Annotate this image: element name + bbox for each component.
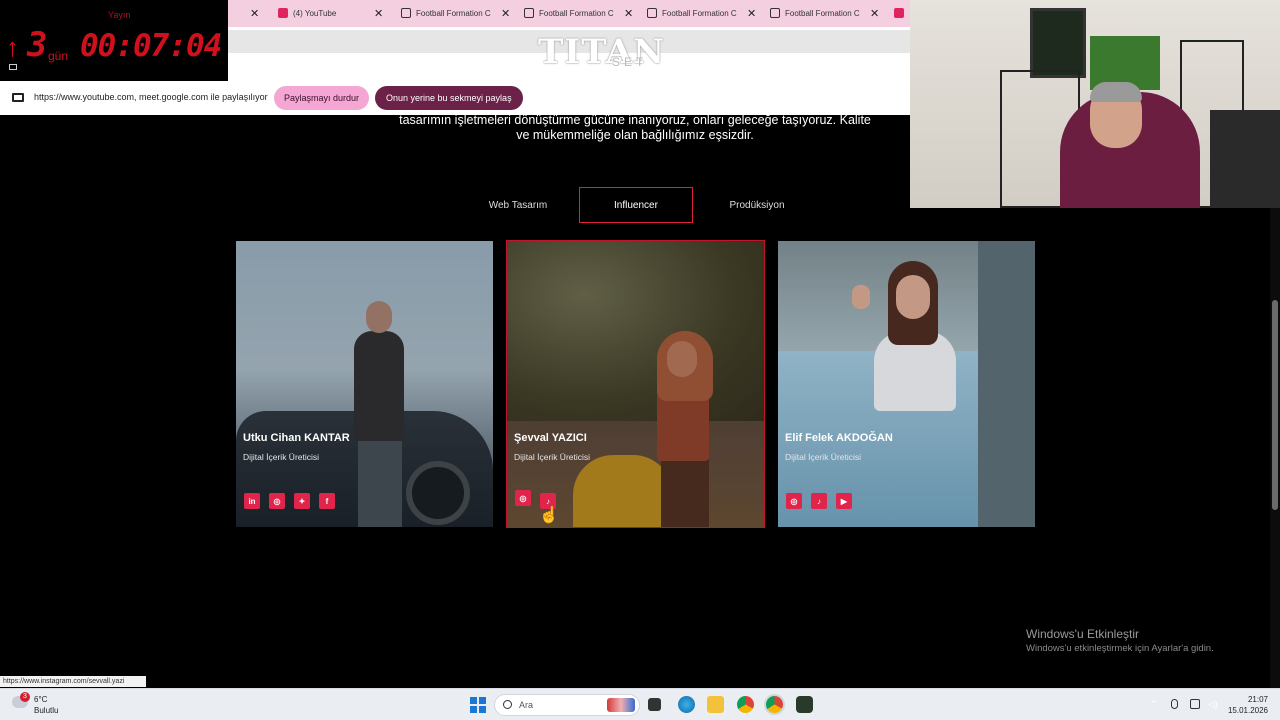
clock-date: 15.01.2026 xyxy=(1227,706,1268,715)
chevron-up-icon[interactable]: ⌃ xyxy=(1150,699,1160,709)
card-name: Elif Felek AKDOĞAN xyxy=(785,432,893,444)
browser-tab-football-4[interactable]: Football Formation C ✕ xyxy=(770,3,879,23)
timer-label: Yayın xyxy=(108,10,131,20)
browser-tab-football-3[interactable]: Football Formation C ✕ xyxy=(647,3,756,23)
card-name: Utku Cihan KANTAR xyxy=(243,432,350,444)
page-scrollbar[interactable] xyxy=(1270,208,1280,688)
up-arrow-icon: ↑ xyxy=(6,32,19,62)
tab-title: (4) YouTube xyxy=(293,8,337,18)
browser-tab-football-1[interactable]: Football Formation C ✕ xyxy=(401,3,510,23)
taskbar-search[interactable]: Ara xyxy=(494,694,640,716)
taskbar-clock[interactable]: 21:07 15.01.2026 xyxy=(1228,694,1268,716)
linkedin-icon[interactable]: in xyxy=(244,493,260,509)
stream-timer: Yayın ↑ 3 gün 00:07:04 xyxy=(0,0,228,70)
search-icon xyxy=(503,700,512,709)
youtube-icon xyxy=(278,8,288,18)
tab-close-button[interactable]: ✕ xyxy=(250,3,259,23)
grid-icon xyxy=(524,8,534,18)
browser-tab-football-2[interactable]: Football Formation C ✕ xyxy=(524,3,633,23)
window-icon xyxy=(9,64,17,70)
notification-badge: 3 xyxy=(20,692,30,702)
browser-tab-youtube[interactable]: (4) YouTube ✕ xyxy=(278,3,383,23)
site-header: TITAN SET xyxy=(228,27,910,81)
card-role: Dijital İçerik Üreticisi xyxy=(785,452,862,462)
share-this-tab-button[interactable]: Onun yerine bu sekmeyi paylaş xyxy=(375,86,523,110)
screen-share-icon xyxy=(12,93,24,102)
tiktok-icon[interactable]: ♪ xyxy=(811,493,827,509)
network-icon[interactable] xyxy=(1190,699,1200,709)
tab-influencer[interactable]: Influencer xyxy=(579,187,693,223)
instagram-icon[interactable]: ◎ xyxy=(515,490,531,506)
taskbar: 3 6°C Bulutlu Ara ⌃ ◁) 21:07 15.01.2026 xyxy=(0,688,1280,720)
edge-icon[interactable] xyxy=(678,696,695,713)
chrome-icon[interactable] xyxy=(737,696,754,713)
youtube-icon xyxy=(894,8,904,18)
timer-clock: 00:07:04 xyxy=(80,28,222,64)
app-icon[interactable] xyxy=(796,696,813,713)
grid-icon xyxy=(647,8,657,18)
webcam-overlay xyxy=(910,0,1280,208)
stop-sharing-button[interactable]: Paylaşmayı durdur xyxy=(274,86,370,110)
social-links: ◎ ♪ ▶ xyxy=(786,493,852,509)
card-name: Şevval YAZICI xyxy=(514,432,587,444)
scroll-thumb[interactable] xyxy=(1272,300,1278,510)
clock-time: 21:07 xyxy=(1247,695,1268,704)
youtube-icon[interactable]: ▶ xyxy=(836,493,852,509)
social-links: in ◎ ✦ f xyxy=(244,493,335,509)
close-icon[interactable]: ✕ xyxy=(624,7,633,20)
card-role: Dijital İçerik Üreticisi xyxy=(514,452,591,462)
timer-days-unit: gün xyxy=(48,49,69,63)
tab-title: Football Formation C xyxy=(662,8,737,18)
site-logo-sub: SET xyxy=(612,55,648,69)
timer-days: 3 xyxy=(27,25,48,65)
close-icon[interactable]: ✕ xyxy=(870,7,879,20)
chrome-active-icon[interactable] xyxy=(766,696,783,713)
intro-line-1: tasarımın işletmeleri dönüştürme gücüne … xyxy=(399,113,871,127)
close-icon[interactable]: ✕ xyxy=(747,7,756,20)
grid-icon xyxy=(401,8,411,18)
influencer-card[interactable]: Utku Cihan KANTAR Dijital İçerik Üretici… xyxy=(236,241,493,527)
activation-watermark-subtitle: Windows'u etkinleştirmek için Ayarlar'a … xyxy=(1026,643,1214,654)
screen-share-bar: https://www.youtube.com, meet.google.com… xyxy=(0,81,910,115)
tab-production[interactable]: Prodüksiyon xyxy=(702,187,812,223)
influencer-card[interactable]: Şevval YAZICI Dijital İçerik Üreticisi ◎… xyxy=(506,240,765,528)
close-icon[interactable]: ✕ xyxy=(501,7,510,20)
tab-title: Football Formation C xyxy=(416,8,491,18)
tab-title: Football Formation C xyxy=(785,8,860,18)
share-status-text: https://www.youtube.com, meet.google.com… xyxy=(34,92,268,102)
speaker-icon[interactable]: ◁) xyxy=(1208,699,1218,709)
search-highlight-icon xyxy=(607,698,635,712)
windows-start-icon[interactable] xyxy=(470,697,486,713)
influencer-card[interactable]: Elif Felek AKDOĞAN Dijital İçerik Üretic… xyxy=(778,241,1035,527)
intro-text: tasarımın işletmeleri dönüştürme gücüne … xyxy=(340,113,930,143)
twitter-icon[interactable]: ✦ xyxy=(294,493,310,509)
weather-temperature[interactable]: 6°C xyxy=(34,695,47,704)
close-icon[interactable]: ✕ xyxy=(374,7,383,20)
hand-cursor-icon: ☝ xyxy=(539,507,559,524)
tactics-board xyxy=(1030,8,1086,78)
weather-description[interactable]: Bulutlu xyxy=(34,706,58,715)
grid-icon xyxy=(770,8,780,18)
browser-tab-strip: ✕ (4) YouTube ✕ Football Formation C ✕ F… xyxy=(228,0,910,27)
activation-watermark-title: Windows'u Etkinleştir xyxy=(1026,627,1139,641)
intro-line-2: ve mükemmeliğe olan bağlılığımız eşsizdi… xyxy=(516,128,754,142)
search-placeholder: Ara xyxy=(519,700,534,710)
facebook-icon[interactable]: f xyxy=(319,493,335,509)
browser-tab-youtube-2[interactable] xyxy=(894,3,904,23)
instagram-icon[interactable]: ◎ xyxy=(786,493,802,509)
tab-web-design[interactable]: Web Tasarım xyxy=(466,187,570,223)
task-view-icon[interactable] xyxy=(648,698,661,711)
tab-title: Football Formation C xyxy=(539,8,614,18)
file-explorer-icon[interactable] xyxy=(707,696,724,713)
microphone-icon[interactable] xyxy=(1171,699,1178,709)
card-role: Dijital İçerik Üreticisi xyxy=(243,452,320,462)
instagram-icon[interactable]: ◎ xyxy=(269,493,285,509)
status-url: https://www.instagram.com/sevvall.yazi xyxy=(0,676,146,687)
